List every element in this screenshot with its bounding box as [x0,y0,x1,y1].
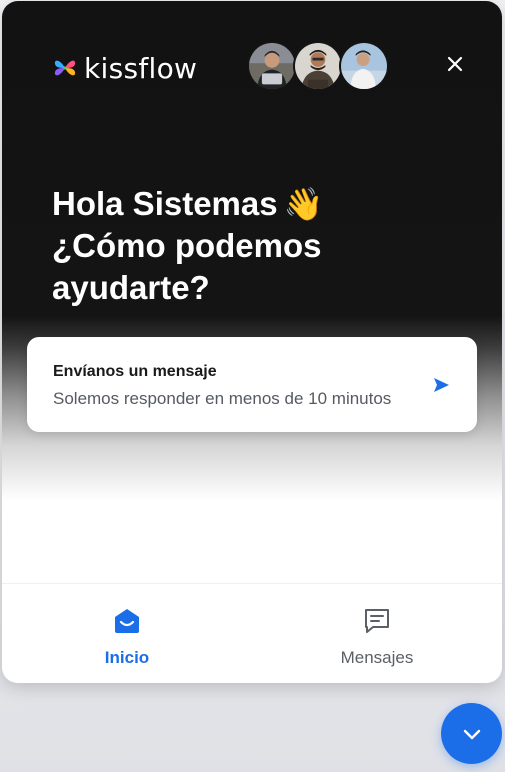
launcher-toggle-button[interactable] [441,703,502,764]
greeting-line-3: ayudarte? [52,269,210,306]
close-button[interactable] [442,51,468,77]
send-icon [434,378,449,392]
message-card-title: Envíanos un mensaje [53,363,217,380]
avatar [247,41,297,91]
chevron-down-icon [463,729,480,739]
messages-icon [365,609,389,633]
greeting-heading: Hola Sistemas 👋 ¿Cómo podemos ayudarte? [52,183,472,309]
avatar [339,41,389,91]
tab-inicio[interactable]: Inicio [2,584,252,683]
wave-emoji-icon: 👋 [283,186,324,222]
messenger-widget: kissflow Hola Sistemas 👋 ¿Cómo podemos a… [2,1,502,683]
tab-mensajes[interactable]: Mensajes [252,584,502,683]
send-message-card[interactable]: Envíanos un mensaje Solemos responder en… [27,337,477,432]
home-icon [115,609,139,633]
team-avatars [247,41,389,93]
message-card-subtitle: Solemos responder en menos de 10 minutos [53,389,392,408]
tab-label: Inicio [104,648,150,667]
widget-header: kissflow [2,1,502,131]
bottom-tab-bar: Inicio Mensajes [2,583,502,683]
avatar [293,41,343,91]
brand-logo: kissflow [52,51,198,85]
greeting-line-2: ¿Cómo podemos [52,227,322,264]
hero-section: kissflow Hola Sistemas 👋 ¿Cómo podemos a… [2,1,502,583]
butterfly-logo-icon [54,60,76,76]
tab-label: Mensajes [340,648,414,667]
close-icon [447,56,463,72]
greeting-line-1: Hola Sistemas 👋 [52,185,324,222]
brand-name: kissflow [84,51,198,85]
